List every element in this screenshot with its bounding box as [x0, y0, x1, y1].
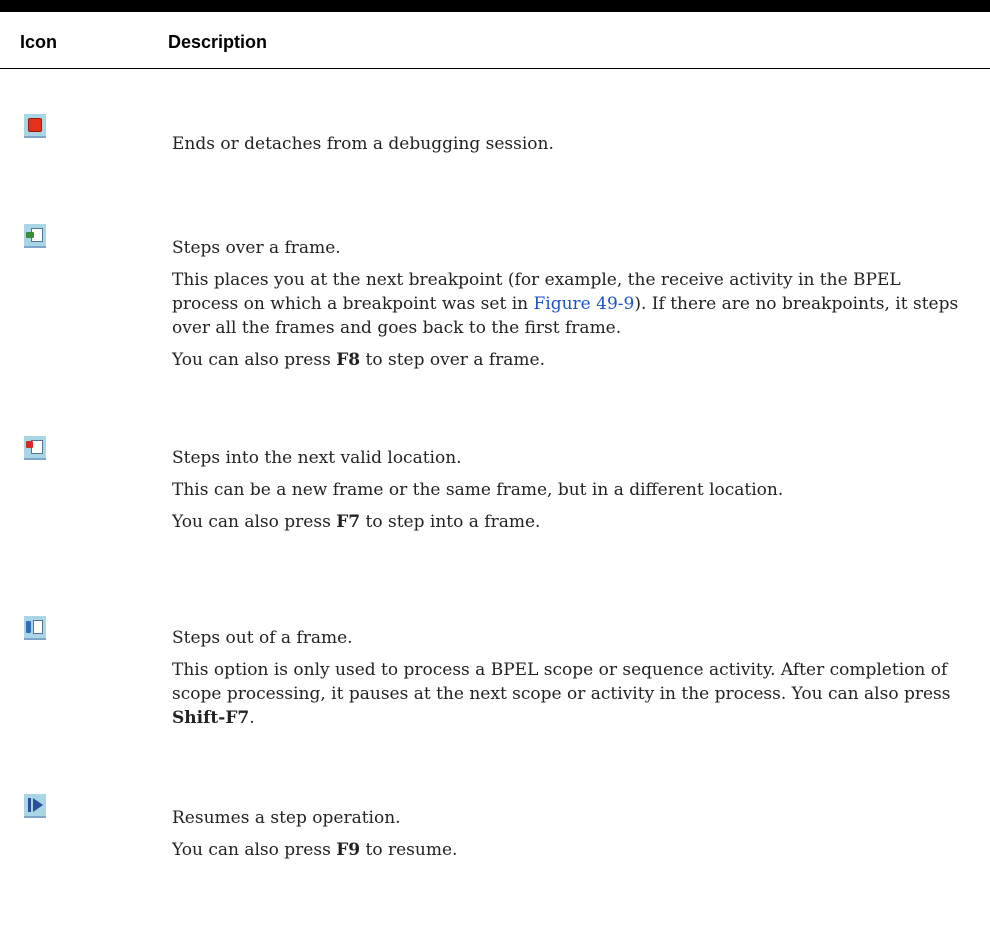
row-description: Steps into the next valid location.: [172, 448, 462, 468]
row-description: Steps over a frame.: [172, 238, 341, 258]
shortcut-key: F7: [336, 512, 361, 532]
step-into-icon: [24, 436, 46, 460]
row-shortcut: You can also press F7 to step into a fra…: [172, 512, 541, 532]
row-shortcut: You can also press F9 to resume.: [172, 840, 458, 860]
step-over-icon: [24, 224, 46, 248]
row-detail: This places you at the next breakpoint (…: [172, 270, 959, 338]
shortcut-key: F8: [336, 350, 361, 370]
row-detail: This can be a new frame or the same fram…: [172, 480, 784, 500]
shortcut-key: Shift-F7: [172, 708, 250, 728]
step-out-icon: [24, 616, 46, 640]
row-shortcut: You can also press F8 to step over a fra…: [172, 350, 545, 370]
row-description: Resumes a step operation.: [172, 808, 401, 828]
row-description: Steps out of a frame.: [172, 628, 353, 648]
resume-icon: [24, 794, 46, 818]
row-detail: This option is only used to process a BP…: [172, 660, 951, 728]
stop-icon: [24, 114, 46, 138]
shortcut-key: F9: [336, 840, 361, 860]
row-description: Ends or detaches from a debugging sessio…: [172, 134, 554, 154]
column-header-icon: Icon: [20, 32, 58, 52]
header-divider: [0, 68, 990, 69]
figure-link[interactable]: Figure 49-9: [533, 294, 634, 314]
column-header-description: Description: [168, 32, 268, 52]
top-bar: [0, 0, 990, 12]
